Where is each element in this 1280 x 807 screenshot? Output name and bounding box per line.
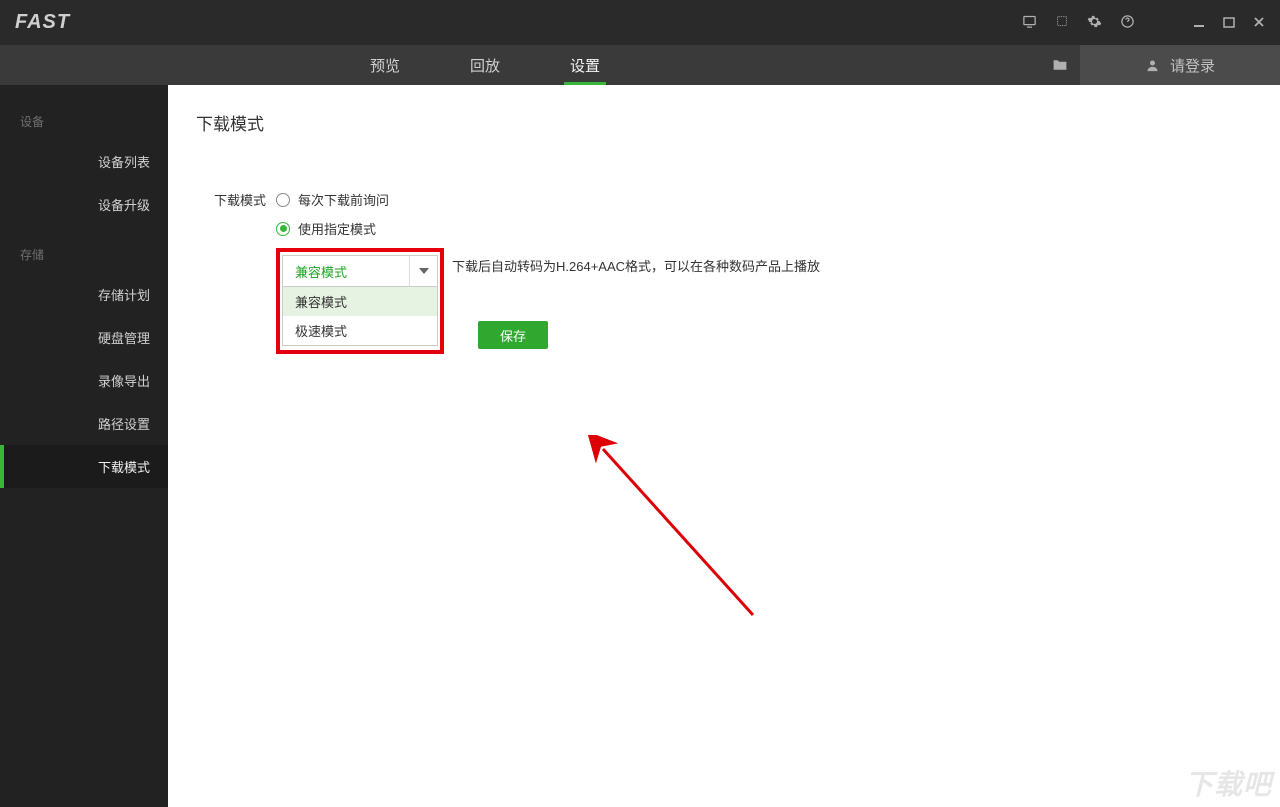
help-icon[interactable] xyxy=(1120,14,1135,32)
chevron-down-icon xyxy=(409,256,437,286)
tab-preview[interactable]: 预览 xyxy=(370,45,400,85)
folder-button[interactable] xyxy=(1040,45,1080,85)
mode-dropdown[interactable]: 兼容模式 xyxy=(282,255,438,287)
watermark: 下载吧 xyxy=(1185,763,1272,803)
form-download-mode: 下载模式 每次下载前询问 使用指定模式 兼容模式 xyxy=(196,190,1252,354)
page-title: 下载模式 xyxy=(196,110,1252,135)
menu-bar: 预览 回放 设置 请登录 xyxy=(0,45,1280,85)
annotation-arrow xyxy=(588,435,788,635)
save-button[interactable]: 保存 xyxy=(478,321,548,349)
radio-icon-checked xyxy=(276,222,290,236)
sidebar-item-disk-manage[interactable]: 硬盘管理 xyxy=(0,316,168,359)
body-wrap: 设备 设备列表 设备升级 存储 存储计划 硬盘管理 录像导出 路径设置 下载模式… xyxy=(0,85,1280,807)
user-icon xyxy=(1145,58,1160,73)
sidebar-item-storage-plan[interactable]: 存储计划 xyxy=(0,273,168,316)
title-icons xyxy=(1022,14,1265,32)
sidebar-group-device: 设备 xyxy=(0,103,168,140)
dropdown-option-compat[interactable]: 兼容模式 xyxy=(283,287,437,316)
radio-group: 每次下载前询问 使用指定模式 兼容模式 xyxy=(276,190,820,354)
sidebar-item-path[interactable]: 路径设置 xyxy=(0,402,168,445)
sidebar-item-device-list[interactable]: 设备列表 xyxy=(0,140,168,183)
minimize-button[interactable] xyxy=(1193,15,1205,31)
login-button[interactable]: 请登录 xyxy=(1080,45,1280,85)
sidebar-group-storage: 存储 xyxy=(0,236,168,273)
gear-icon[interactable] xyxy=(1087,14,1102,32)
radio-use-specified[interactable]: 使用指定模式 xyxy=(276,219,820,238)
radio-ask-each-time[interactable]: 每次下载前询问 xyxy=(276,190,820,209)
sidebar: 设备 设备列表 设备升级 存储 存储计划 硬盘管理 录像导出 路径设置 下载模式 xyxy=(0,85,168,807)
monitor-icon[interactable] xyxy=(1022,14,1037,32)
mode-hint: 下载后自动转码为H.264+AAC格式，可以在各种数码产品上播放 xyxy=(452,248,820,275)
chip-icon[interactable] xyxy=(1055,14,1069,31)
sidebar-item-export[interactable]: 录像导出 xyxy=(0,359,168,402)
menu-tabs: 预览 回放 设置 xyxy=(370,45,600,85)
dropdown-option-fast[interactable]: 极速模式 xyxy=(283,316,437,345)
login-label: 请登录 xyxy=(1170,55,1215,76)
maximize-button[interactable] xyxy=(1223,15,1235,31)
form-label: 下载模式 xyxy=(196,190,266,209)
annotation-red-box: 兼容模式 兼容模式 极速模式 xyxy=(276,248,444,354)
dropdown-list: 兼容模式 极速模式 xyxy=(282,287,438,346)
close-button[interactable] xyxy=(1253,15,1265,31)
dropdown-selected: 兼容模式 xyxy=(283,262,409,281)
sidebar-item-download-mode[interactable]: 下载模式 xyxy=(0,445,168,488)
sidebar-item-device-upgrade[interactable]: 设备升级 xyxy=(0,183,168,226)
radio-icon xyxy=(276,193,290,207)
radio-label: 每次下载前询问 xyxy=(298,190,389,209)
logo: FAST xyxy=(15,11,70,34)
title-bar: FAST xyxy=(0,0,1280,45)
radio-label: 使用指定模式 xyxy=(298,219,376,238)
tab-settings[interactable]: 设置 xyxy=(570,45,600,85)
main-content: 下载模式 下载模式 每次下载前询问 使用指定模式 兼容模式 xyxy=(168,85,1280,807)
tab-playback[interactable]: 回放 xyxy=(470,45,500,85)
